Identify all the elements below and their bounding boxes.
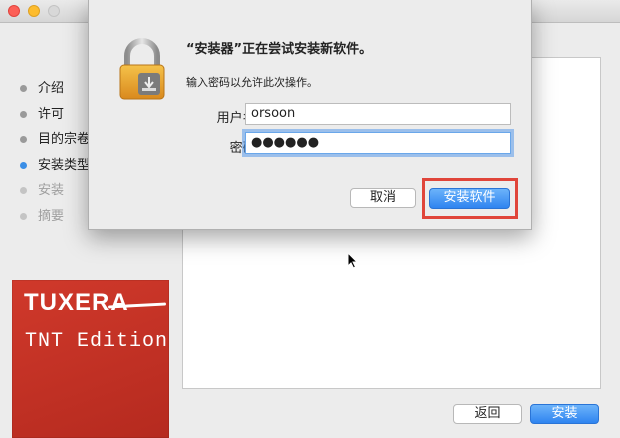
- step-label: 安装: [38, 183, 65, 198]
- step-dot: [20, 212, 27, 220]
- step-dot: [20, 187, 27, 194]
- mouse-cursor-icon: [347, 252, 358, 269]
- step-dot: [20, 161, 27, 169]
- lock-icon: [119, 38, 165, 100]
- logo-edition: TNT Edition: [25, 330, 169, 353]
- minimize-window-button[interactable]: [28, 5, 40, 17]
- install-button[interactable]: 安装: [530, 404, 599, 424]
- step-label: 介绍: [38, 81, 65, 96]
- step-summary: 摘要: [20, 208, 90, 234]
- install-steps-sidebar: 介绍 许可 目的宗卷 安装类型 安装 摘要: [20, 80, 90, 233]
- step-label: 摘要: [38, 208, 65, 224]
- close-window-button[interactable]: [8, 5, 20, 17]
- step-install-type: 安装类型: [20, 157, 90, 183]
- step-destination: 目的宗卷: [20, 131, 90, 157]
- zoom-window-button[interactable]: [48, 5, 60, 17]
- step-install: 安装: [20, 182, 90, 208]
- step-dot: [20, 85, 27, 92]
- install-software-button[interactable]: 安装软件: [429, 188, 510, 209]
- step-license: 许可: [20, 106, 90, 132]
- dialog-title: “安装器”正在尝试安装新软件。: [186, 42, 373, 57]
- step-label: 目的宗卷: [38, 132, 91, 147]
- tuxera-logo: TUXERA TNT Edition: [12, 280, 169, 438]
- dialog-prompt: 输入密码以允许此次操作。: [186, 76, 318, 89]
- step-dot: [20, 136, 27, 143]
- username-field[interactable]: orsoon: [245, 103, 511, 125]
- step-intro: 介绍: [20, 80, 90, 106]
- cancel-button[interactable]: 取消: [350, 188, 416, 208]
- logo-brand: TUXERA: [24, 289, 129, 316]
- step-label: 安装类型: [38, 157, 91, 173]
- authentication-dialog: “安装器”正在尝试安装新软件。 输入密码以允许此次操作。 用户名: orsoon…: [88, 0, 532, 230]
- step-label: 许可: [38, 106, 65, 122]
- password-field[interactable]: ●●●●●●: [245, 132, 511, 154]
- step-dot: [20, 110, 27, 118]
- back-button[interactable]: 返回: [453, 404, 522, 424]
